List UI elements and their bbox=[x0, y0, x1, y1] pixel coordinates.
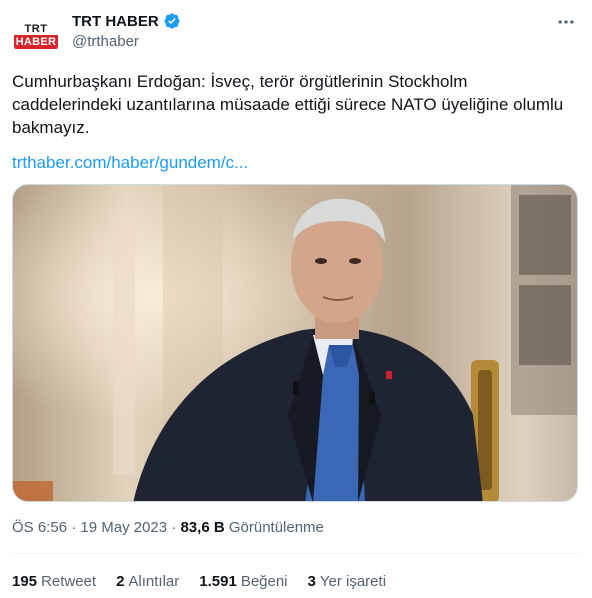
verified-badge-icon bbox=[163, 12, 181, 30]
views-label: Görüntülenme bbox=[228, 519, 324, 536]
tweet-meta: ÖS 6:56 · 19 May 2023 · 83,6 B Görüntüle… bbox=[12, 518, 324, 538]
stat-label: Beğeni bbox=[240, 573, 288, 590]
stat-count: 1.591 bbox=[199, 573, 237, 590]
tweet-time[interactable]: ÖS 6:56 bbox=[12, 519, 67, 536]
author-handle[interactable]: @trthaber bbox=[72, 32, 181, 52]
tweet-card[interactable]: TRT HABER TRT HABER @trthaber Cumhurbaşk… bbox=[0, 0, 592, 598]
divider bbox=[12, 553, 580, 554]
stat-bookmarks[interactable]: 3 Yer işareti bbox=[308, 572, 387, 592]
stat-label: Retweet bbox=[41, 573, 97, 590]
tweet-media-image[interactable] bbox=[12, 184, 578, 502]
tweet-text: Cumhurbaşkanı Erdoğan: İsveç, terör örgü… bbox=[12, 72, 564, 137]
author-names: TRT HABER @trthaber bbox=[72, 10, 181, 52]
separator: · bbox=[71, 519, 81, 536]
avatar-logo-bottom: HABER bbox=[14, 35, 58, 49]
stat-likes[interactable]: 1.591 Beğeni bbox=[199, 572, 287, 592]
stat-count: 195 bbox=[12, 573, 38, 590]
photo-illustration bbox=[13, 185, 577, 501]
tweet-date[interactable]: 19 May 2023 bbox=[80, 519, 167, 536]
stat-count: 3 bbox=[307, 573, 316, 590]
tweet-header: TRT HABER TRT HABER @trthaber bbox=[12, 10, 580, 61]
tweet-link[interactable]: trthaber.com/haber/gundem/c... bbox=[12, 151, 248, 174]
tweet-stats: 195 Retweet 2 Alıntılar 1.591 Beğeni 3 Yer i… bbox=[12, 572, 406, 592]
author-display-name[interactable]: TRT HABER bbox=[72, 13, 159, 30]
stat-label: Alıntılar bbox=[128, 573, 180, 590]
more-horizontal-icon[interactable] bbox=[552, 12, 580, 32]
stat-retweets[interactable]: 195 Retweet bbox=[12, 572, 96, 592]
avatar[interactable]: TRT HABER bbox=[12, 13, 60, 61]
stat-label: Yer işareti bbox=[319, 573, 387, 590]
stat-count: 2 bbox=[116, 573, 125, 590]
views-count: 83,6 B bbox=[180, 519, 225, 536]
stat-quotes[interactable]: 2 Alıntılar bbox=[116, 572, 179, 592]
avatar-logo-top: TRT bbox=[24, 23, 48, 35]
